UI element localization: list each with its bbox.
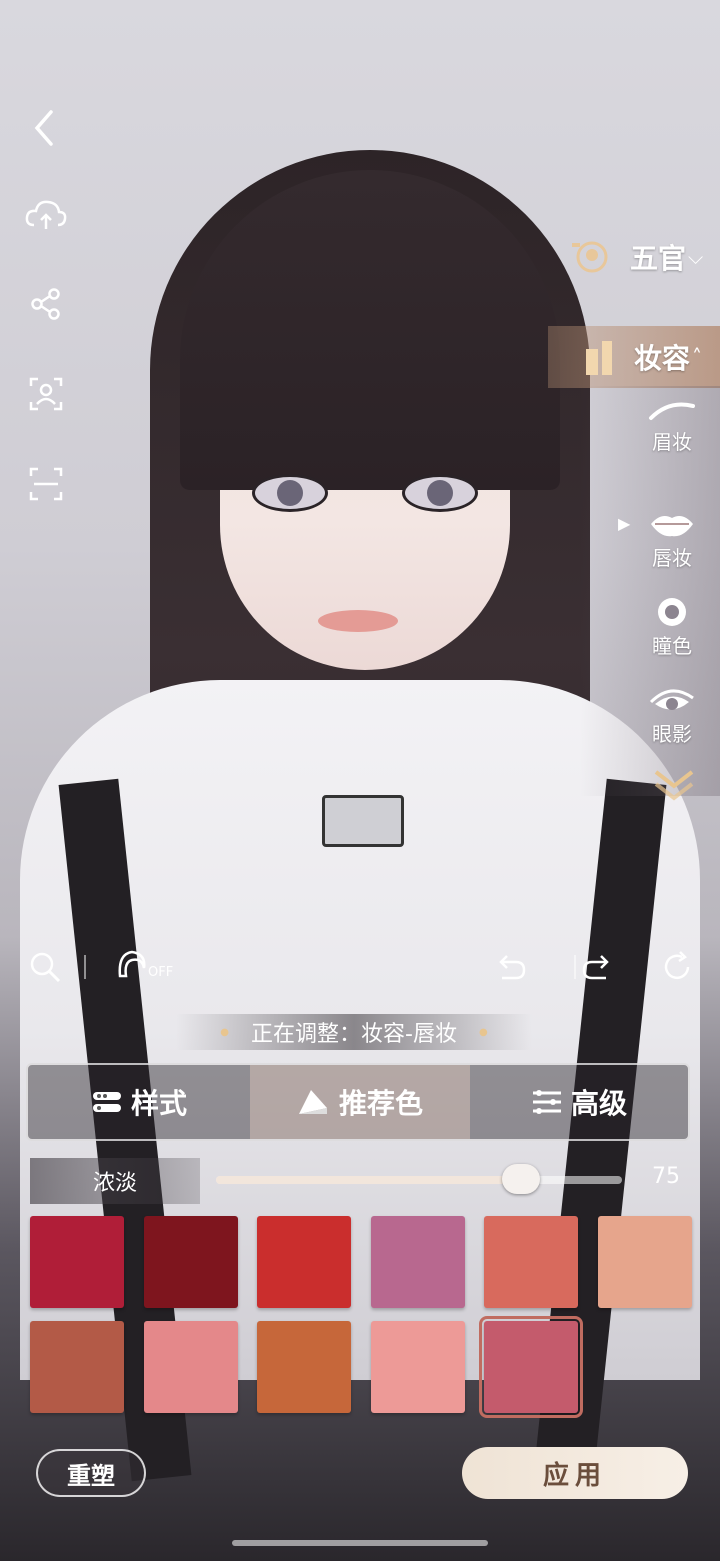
back-icon — [34, 110, 53, 146]
home-indicator — [232, 1540, 488, 1546]
eyeshadow-icon — [649, 689, 694, 710]
face-features-icon — [572, 241, 608, 273]
tab-recommended-colors[interactable]: 推荐色 — [250, 1065, 470, 1139]
tab-advanced[interactable]: 高级 — [470, 1065, 688, 1139]
features-category[interactable]: 五官 ⌵ — [566, 232, 720, 282]
intensity-slider-fill — [216, 1176, 521, 1184]
makeup-item-label: 瞳色 — [652, 634, 692, 658]
undo-button[interactable] — [494, 950, 528, 988]
screenshot-button[interactable] — [24, 462, 68, 506]
zoom-button[interactable] — [28, 950, 62, 988]
status-bar: ● 正在调整：妆容-唇妆 ● — [176, 1014, 532, 1050]
color-swatch[interactable] — [479, 1316, 584, 1418]
character-collar-buckle — [322, 795, 404, 847]
cloud-upload-icon — [25, 200, 67, 229]
tab-label: 高级 — [570, 1087, 627, 1120]
color-swatch[interactable] — [598, 1216, 692, 1308]
chevron-up-icon: ˄ — [692, 345, 703, 369]
chevron-double-down-icon — [654, 770, 694, 801]
makeup-item-lips[interactable]: 唇妆 — [627, 506, 717, 571]
makeup-item-label: 唇妆 — [652, 546, 692, 570]
features-label: 五官 — [630, 242, 687, 275]
color-swatch[interactable] — [30, 1216, 124, 1308]
makeup-label: 妆容 — [634, 342, 691, 375]
refresh-icon — [664, 951, 690, 980]
status-dot-right: ● — [478, 1026, 488, 1038]
intensity-value: 75 — [652, 1164, 680, 1189]
color-swatch[interactable] — [143, 1216, 238, 1308]
tab-label: 推荐色 — [338, 1087, 423, 1120]
character-lips — [318, 610, 398, 632]
color-swatch[interactable] — [257, 1216, 352, 1308]
status-text: 正在调整：妆容-唇妆 — [251, 1022, 457, 1047]
share-button[interactable] — [24, 282, 68, 326]
lips-icon — [651, 516, 693, 537]
hair-toggle-button[interactable]: OFF — [116, 948, 173, 980]
makeup-item-pupil[interactable]: 瞳色 — [627, 594, 717, 659]
character-eye-right — [402, 474, 478, 512]
tab-style[interactable]: 样式 — [28, 1065, 250, 1139]
reset-button[interactable]: 重塑 — [36, 1449, 146, 1497]
toolbar-divider — [84, 955, 86, 979]
makeup-item-eyebrow[interactable]: 眉妆 — [627, 396, 717, 455]
makeup-item-label: 眉妆 — [652, 430, 692, 454]
style-icon — [92, 1092, 121, 1112]
share-icon — [31, 288, 60, 320]
sliders-icon — [532, 1090, 561, 1114]
redo-button[interactable] — [580, 950, 614, 988]
color-swatch[interactable] — [30, 1321, 124, 1413]
color-swatch-grid — [30, 1216, 692, 1418]
eyebrow-icon — [649, 402, 695, 420]
palette-icon — [298, 1090, 327, 1114]
redo-icon — [582, 955, 609, 980]
color-swatch[interactable] — [370, 1216, 465, 1308]
makeup-item-label: 眼影 — [652, 722, 692, 746]
undo-icon — [499, 955, 526, 980]
color-swatch[interactable] — [143, 1321, 238, 1413]
character-eye-left — [252, 474, 328, 512]
intensity-label: 浓淡 — [30, 1158, 200, 1204]
color-swatch[interactable] — [257, 1321, 352, 1413]
face-scan-button[interactable] — [24, 372, 68, 416]
toolbar-divider — [574, 955, 576, 979]
color-swatch[interactable] — [370, 1321, 465, 1413]
tab-label: 样式 — [130, 1087, 187, 1120]
face-scan-icon — [29, 377, 63, 411]
reset-view-button[interactable] — [660, 950, 694, 988]
status-dot-left: ● — [220, 1026, 230, 1038]
tab-bar: 样式 推荐色 高级 — [26, 1063, 690, 1141]
makeup-category[interactable]: 妆容 ˄ — [548, 326, 720, 388]
pupil-icon — [658, 598, 686, 626]
screenshot-icon — [29, 467, 63, 501]
apply-button[interactable]: 应用 — [462, 1447, 688, 1499]
scroll-more-button[interactable] — [652, 768, 696, 808]
search-icon — [30, 952, 61, 983]
color-swatch[interactable] — [484, 1216, 579, 1308]
cloud-upload-button[interactable] — [24, 193, 68, 237]
makeup-item-eyeshadow[interactable]: 眼影 — [627, 680, 717, 747]
makeup-icon — [586, 341, 612, 375]
chevron-down-icon: ⌵ — [688, 245, 704, 269]
hair-toggle-icon — [118, 950, 146, 978]
hair-toggle-state: OFF — [148, 965, 174, 980]
intensity-slider-thumb[interactable] — [501, 1164, 540, 1194]
back-button[interactable] — [22, 106, 66, 150]
intensity-slider-track[interactable] — [216, 1164, 622, 1194]
